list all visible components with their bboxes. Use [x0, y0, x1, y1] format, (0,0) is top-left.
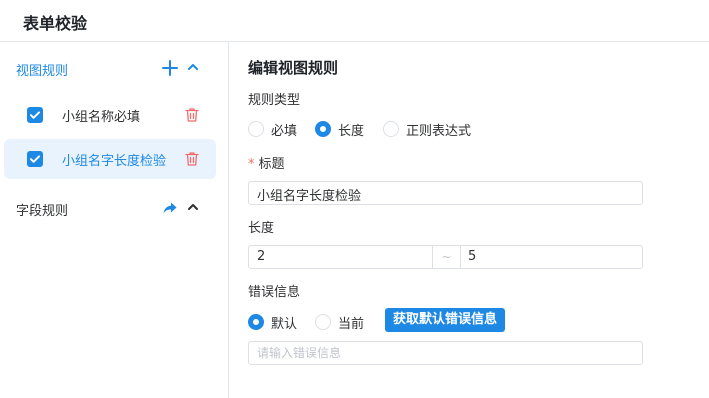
length-max-input[interactable]: 5: [468, 249, 476, 264]
radio-dot[interactable]: [383, 121, 399, 137]
view-rules-label[interactable]: 视图规则: [16, 60, 68, 79]
radio-dot[interactable]: [315, 314, 331, 330]
rules-sidebar: 视图规则 小组名称必填 小组名字长度检验 字段规则: [0, 42, 229, 398]
rule-checkbox[interactable]: [27, 107, 43, 123]
field-rules-label[interactable]: 字段规则: [16, 200, 68, 219]
required-mark: *: [248, 157, 255, 172]
error-message-input[interactable]: [248, 341, 643, 365]
radio-label: 正则表达式: [406, 124, 472, 139]
trash-icon[interactable]: [185, 151, 199, 167]
radio-dot[interactable]: [248, 314, 264, 330]
page-header: 表单校验: [0, 0, 709, 42]
trash-icon[interactable]: [185, 107, 199, 123]
view-rule-item-active[interactable]: 小组名字长度检验: [4, 139, 216, 179]
rule-checkbox[interactable]: [27, 151, 43, 167]
checkmark-icon: [30, 155, 40, 163]
length-min-input[interactable]: 2: [257, 249, 265, 264]
checkmark-icon: [30, 111, 40, 119]
length-range-input: 2 ~ 5: [248, 245, 643, 269]
page-title: 表单校验: [23, 14, 88, 33]
radio-label: 必填: [271, 124, 298, 139]
editor-title: 编辑视图规则: [248, 59, 339, 77]
chevron-up-icon[interactable]: [186, 60, 200, 74]
rule-name: 小组名字长度检验: [62, 154, 167, 169]
error-message-field[interactable]: [249, 342, 642, 364]
radio-dot[interactable]: [315, 121, 331, 137]
rule-type-label: 规则类型: [248, 93, 301, 108]
rule-name: 小组名称必填: [62, 110, 141, 125]
title-input-value: 小组名字长度检验: [257, 189, 362, 204]
view-rule-item[interactable]: 小组名称必填: [4, 95, 216, 135]
view-rules-section-header: 视图规则: [0, 54, 229, 84]
range-separator: ~: [432, 246, 461, 268]
title-field-label: * 标题: [248, 153, 285, 172]
radio-label: 当前: [338, 317, 365, 332]
title-input[interactable]: 小组名字长度检验: [248, 181, 643, 205]
error-message-label: 错误信息: [248, 285, 301, 300]
share-icon[interactable]: [162, 200, 178, 216]
rule-type-radio-group: 必填 长度 正则表达式: [248, 119, 548, 139]
radio-label: 默认: [271, 317, 298, 332]
length-label: 长度: [248, 221, 275, 236]
rule-editor: 编辑视图规则 规则类型 必填 长度 正则表达式 * 标题 小组名字长度检验 长度 …: [230, 42, 709, 398]
radio-label: 长度: [338, 124, 365, 139]
error-message-radio-group: 默认 当前: [248, 312, 388, 332]
chevron-up-icon[interactable]: [186, 200, 200, 214]
field-rules-section-header: 字段规则: [0, 194, 229, 224]
add-icon[interactable]: [161, 59, 179, 77]
radio-dot[interactable]: [248, 121, 264, 137]
fetch-default-error-button[interactable]: 获取默认错误信息: [385, 308, 506, 332]
title-label-text: 标题: [258, 157, 285, 172]
